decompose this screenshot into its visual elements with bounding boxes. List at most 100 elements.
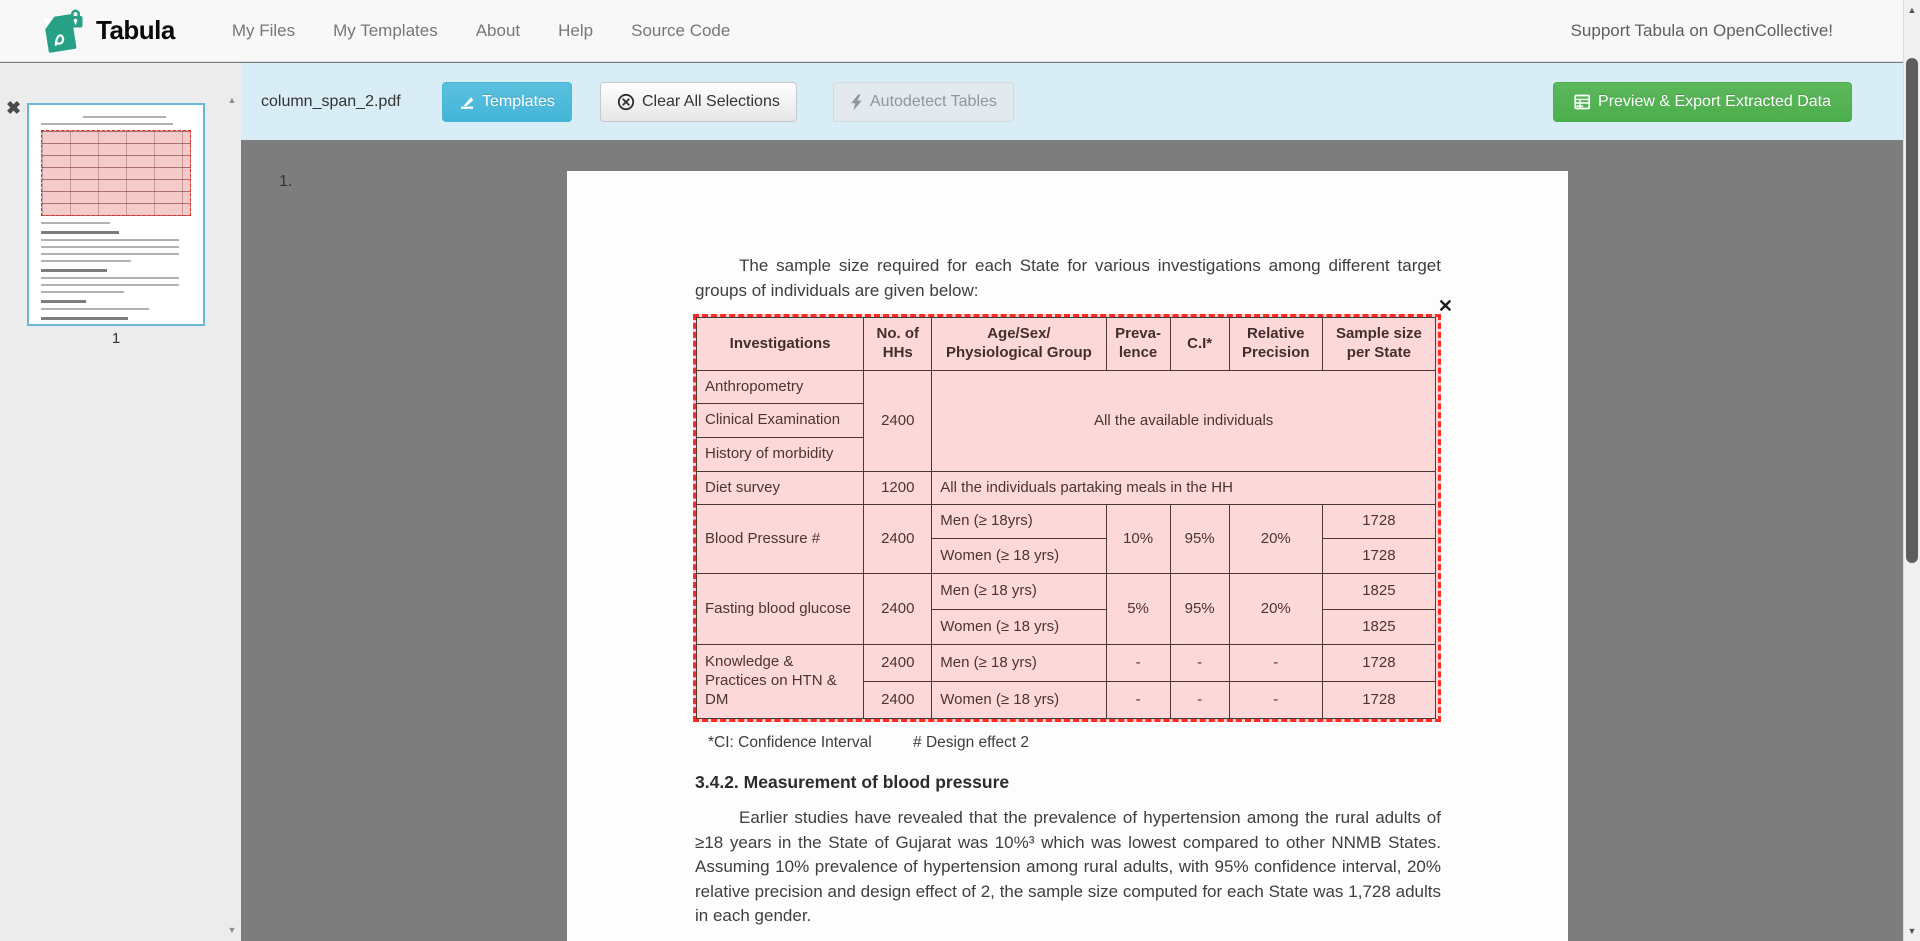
table-cell: All the individuals partaking meals in t… bbox=[932, 472, 1436, 505]
scroll-up-icon[interactable]: ▲ bbox=[223, 95, 241, 105]
nav-my-files[interactable]: My Files bbox=[213, 0, 314, 62]
table-cell: Women (≥ 18 yrs) bbox=[932, 682, 1106, 719]
scroll-down-icon[interactable]: ▼ bbox=[1904, 926, 1920, 936]
table-cell: 95% bbox=[1170, 505, 1229, 574]
thumbnail-text-line bbox=[41, 325, 179, 326]
scroll-down-icon[interactable]: ▼ bbox=[223, 925, 241, 935]
table-cell: Men (≥ 18yrs) bbox=[932, 505, 1106, 539]
clear-selections-label: Clear All Selections bbox=[642, 93, 780, 111]
table-cell: 2400 bbox=[864, 574, 932, 645]
table-cell: Anthropometry bbox=[697, 371, 864, 404]
brand-name: Tabula bbox=[96, 15, 175, 46]
templates-button-label: Templates bbox=[482, 93, 555, 111]
table-cell: 2400 bbox=[864, 682, 932, 719]
table-cell: Women (≥ 18 yrs) bbox=[932, 539, 1106, 574]
col-ci: C.I* bbox=[1170, 318, 1229, 371]
export-button-label: Preview & Export Extracted Data bbox=[1598, 93, 1831, 111]
table-cell: Knowledge & Practices on HTN & DM bbox=[697, 645, 864, 719]
table-cell: - bbox=[1106, 645, 1170, 682]
table-row: Diet survey 1200 All the individuals par… bbox=[697, 472, 1436, 505]
table-cell: 2400 bbox=[864, 371, 932, 472]
thumbnail-page-number: 1 bbox=[27, 330, 205, 347]
table-cell: 20% bbox=[1229, 574, 1322, 645]
section-heading: 3.4.2. Measurement of blood pressure bbox=[695, 772, 1009, 793]
table-grid-icon bbox=[1574, 94, 1591, 110]
thumbnail-text-line bbox=[83, 116, 166, 118]
tabula-logo-icon bbox=[40, 7, 86, 55]
table-row: Knowledge & Practices on HTN & DM 2400 M… bbox=[697, 645, 1436, 682]
table-cell: - bbox=[1229, 645, 1322, 682]
templates-icon bbox=[459, 94, 475, 110]
thumbnail-heading-line bbox=[41, 300, 86, 303]
table-cell: Fasting blood glucose bbox=[697, 574, 864, 645]
pdf-page[interactable]: The sample size required for each State … bbox=[567, 171, 1568, 941]
thumbnail-selection-preview bbox=[41, 130, 191, 216]
nav-source-code[interactable]: Source Code bbox=[612, 0, 749, 62]
table-cell: 1728 bbox=[1322, 505, 1435, 539]
intro-paragraph: The sample size required for each State … bbox=[695, 254, 1441, 303]
table-cell: 10% bbox=[1106, 505, 1170, 574]
thumbnail-text-line bbox=[41, 284, 179, 286]
table-footnotes: *CI: Confidence Interval # Design effect… bbox=[708, 734, 1029, 752]
table-cell: 1728 bbox=[1322, 645, 1435, 682]
thumbnail-text-line bbox=[41, 239, 179, 241]
table-cell: History of morbidity bbox=[697, 438, 864, 472]
table-cell: 1728 bbox=[1322, 682, 1435, 719]
table-cell: Diet survey bbox=[697, 472, 864, 505]
footnote-ci: *CI: Confidence Interval bbox=[708, 734, 872, 751]
thumbnail-text-line bbox=[41, 222, 110, 224]
remove-page-icon[interactable]: ✖ bbox=[6, 99, 21, 117]
page-thumbnail[interactable] bbox=[27, 103, 205, 326]
table-cell: - bbox=[1106, 682, 1170, 719]
sidebar-scrollbar[interactable]: ▲ ▼ bbox=[223, 63, 241, 941]
thumbnail-text-line bbox=[41, 308, 149, 310]
table-cell: Men (≥ 18 yrs) bbox=[932, 574, 1106, 610]
circle-x-icon bbox=[617, 93, 635, 111]
remove-selection-icon[interactable]: ✕ bbox=[1438, 297, 1453, 315]
nav-help[interactable]: Help bbox=[539, 0, 612, 62]
table-cell: 2400 bbox=[864, 645, 932, 682]
pdf-toolbar: column_span_2.pdf Templates Clear All Se… bbox=[241, 63, 1903, 140]
table-cell: Clinical Examination bbox=[697, 404, 864, 438]
scroll-up-icon[interactable]: ▲ bbox=[1904, 5, 1920, 15]
scrollbar-thumb[interactable] bbox=[1906, 58, 1918, 563]
window-scrollbar[interactable]: ▲ ▼ bbox=[1903, 0, 1920, 941]
support-link[interactable]: Support Tabula on OpenCollective! bbox=[1571, 21, 1833, 41]
thumbnail-text-line bbox=[41, 291, 124, 293]
export-button[interactable]: Preview & Export Extracted Data bbox=[1553, 82, 1852, 122]
table-cell: 20% bbox=[1229, 505, 1322, 574]
table-cell: 1825 bbox=[1322, 610, 1435, 645]
table-cell: 95% bbox=[1170, 574, 1229, 645]
col-sample-size: Sample size per State bbox=[1322, 318, 1435, 371]
col-prevalence: Preva- lence bbox=[1106, 318, 1170, 371]
thumbnail-text-line bbox=[41, 277, 179, 279]
table-cell: - bbox=[1170, 682, 1229, 719]
table-cell: - bbox=[1170, 645, 1229, 682]
document-area: 1. The sample size required for each Sta… bbox=[241, 140, 1903, 941]
main-nav: My Files My Templates About Help Source … bbox=[213, 0, 749, 61]
col-hhs: No. of HHs bbox=[864, 318, 932, 371]
autodetect-tables-label: Autodetect Tables bbox=[870, 93, 997, 111]
clear-selections-button[interactable]: Clear All Selections bbox=[600, 82, 797, 122]
col-age-sex: Age/Sex/ Physiological Group bbox=[932, 318, 1106, 371]
table-cell: 5% bbox=[1106, 574, 1170, 645]
table-cell: Blood Pressure # bbox=[697, 505, 864, 574]
brand[interactable]: Tabula bbox=[40, 7, 175, 55]
nav-about[interactable]: About bbox=[457, 0, 539, 62]
table-selection[interactable]: ✕ Investigations No. of HHs Age/Sex/ Phy… bbox=[693, 314, 1441, 722]
table-cell: All the available individuals bbox=[932, 371, 1436, 472]
page-number-label: 1. bbox=[279, 173, 292, 191]
footnote-design-effect: # Design effect 2 bbox=[913, 734, 1029, 751]
table-cell: Men (≥ 18 yrs) bbox=[932, 645, 1106, 682]
autodetect-tables-button[interactable]: Autodetect Tables bbox=[833, 82, 1014, 122]
table-row: Anthropometry 2400 All the available ind… bbox=[697, 371, 1436, 404]
top-navbar: Tabula My Files My Templates About Help … bbox=[0, 0, 1903, 62]
thumbnail-heading-line bbox=[41, 269, 107, 272]
nav-my-templates[interactable]: My Templates bbox=[314, 0, 457, 62]
thumbnail-text-line bbox=[41, 123, 173, 125]
table-cell: 1728 bbox=[1322, 539, 1435, 574]
templates-button[interactable]: Templates bbox=[442, 82, 572, 122]
thumbnail-text-line bbox=[41, 253, 179, 255]
pdf-filename: column_span_2.pdf bbox=[261, 63, 401, 140]
col-relative-precision: Relative Precision bbox=[1229, 318, 1322, 371]
